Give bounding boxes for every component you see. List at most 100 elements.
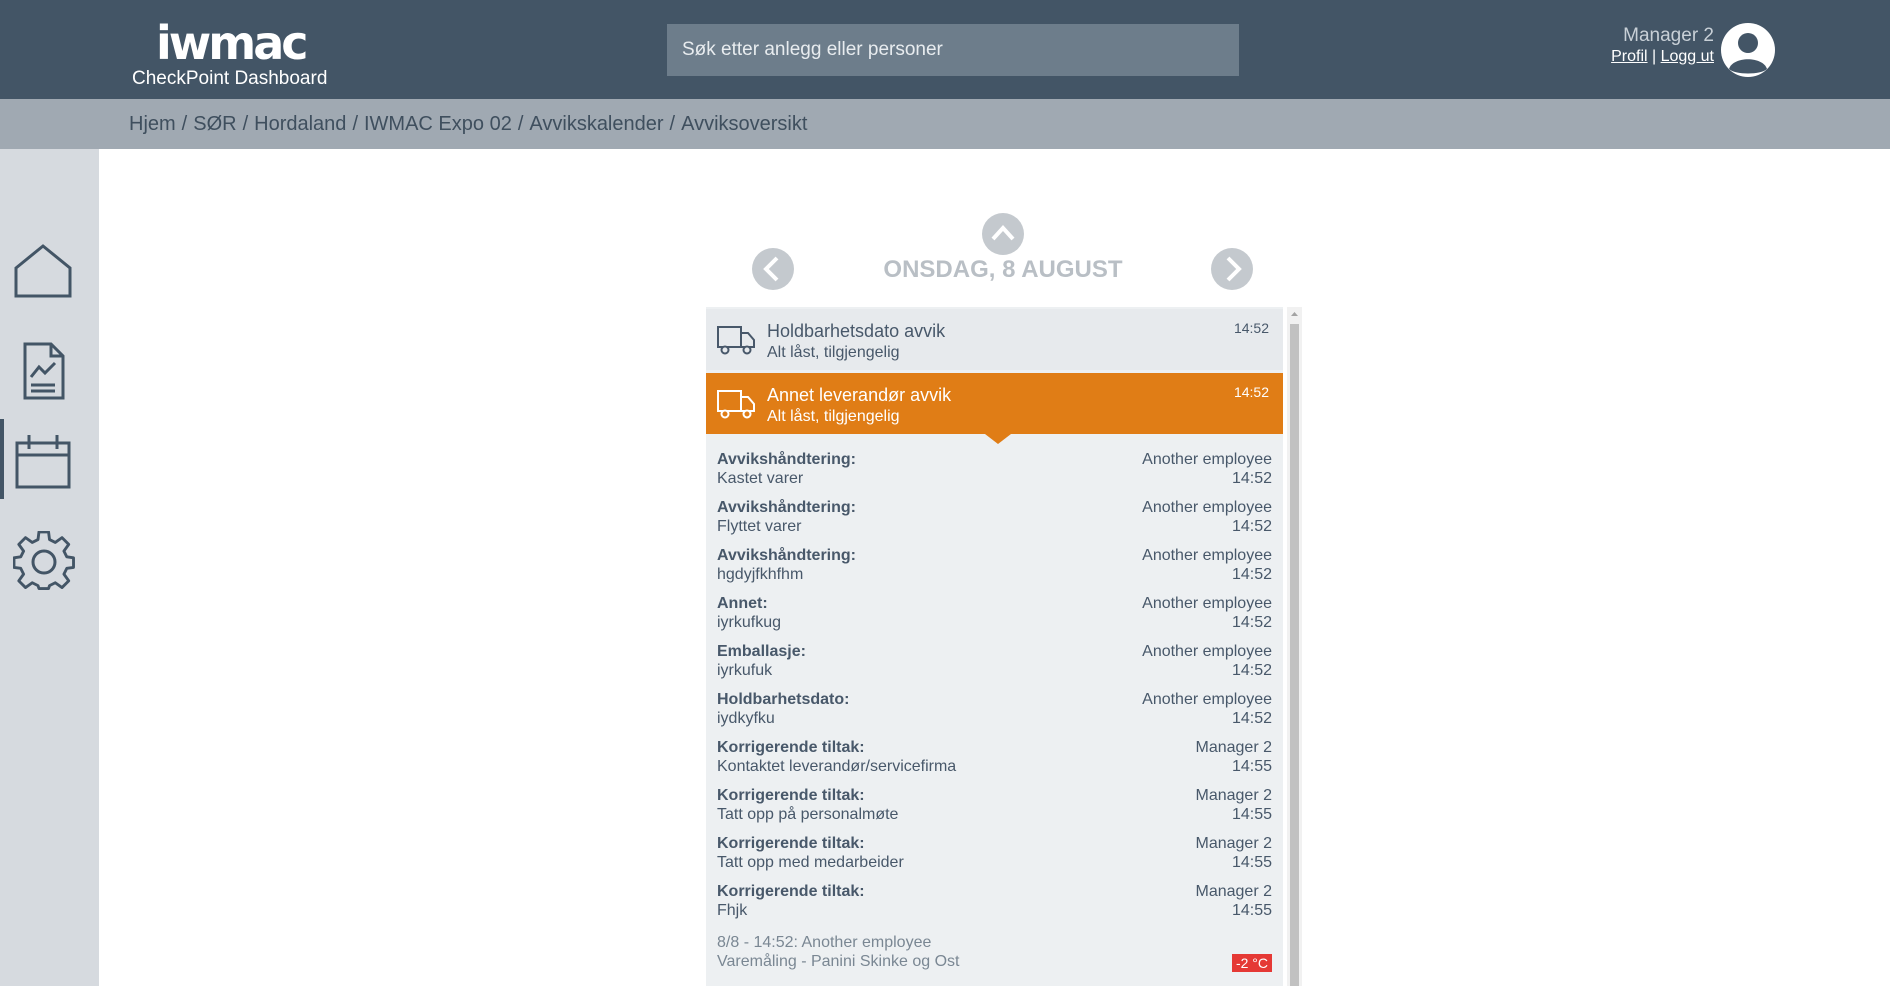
detail-value: Kontaktet leverandør/servicefirma [717, 758, 957, 775]
logout-link[interactable]: Logg ut [1661, 48, 1714, 65]
breadcrumb-separator: / [242, 113, 249, 135]
app-name: CheckPoint Dashboard [132, 68, 328, 89]
sidebar-item-home[interactable] [0, 229, 99, 317]
breadcrumb: Hjem / SØR / Hordaland / IWMAC Expo 02/Avviksk… [129, 113, 807, 136]
detail-row: Korrigerende tiltak: Tatt opp med medarb… [717, 834, 1272, 882]
detail-time: 14:55 [1231, 758, 1272, 775]
detail-label: Korrigerende tiltak: [717, 787, 865, 804]
detail-time: 14:52 [1231, 662, 1272, 679]
detail-value: Fhjk [717, 902, 748, 919]
detail-row: Avvikshåndtering: hgdyjfkhfhm Another em… [717, 546, 1272, 594]
logo[interactable]: iwmac CheckPoint Dashboard [132, 18, 332, 90]
detail-label: Korrigerende tiltak: [717, 835, 865, 852]
link-separator: | [1652, 48, 1657, 65]
user-name: Manager 2 [1623, 25, 1714, 46]
previous-week-button[interactable] [982, 213, 1024, 255]
detail-person: Manager 2 [1195, 739, 1273, 756]
user-links: Profil | Logg ut [1611, 47, 1714, 67]
scroll-up-arrow-icon[interactable] [1287, 307, 1302, 322]
measurement-meta: 8/8 - 14:52: Another employee [717, 934, 932, 951]
detail-time: 14:52 [1231, 614, 1272, 631]
detail-label: Korrigerende tiltak: [717, 883, 865, 900]
previous-day-button[interactable] [752, 248, 794, 290]
breadcrumb-separator: / [352, 113, 358, 135]
scrollbar-thumb[interactable] [1290, 324, 1299, 986]
sidebar-item-calendar[interactable] [0, 419, 99, 507]
detail-time: 14:55 [1231, 854, 1272, 871]
event-subtitle: Alt låst, tilgjengelig [767, 408, 900, 425]
detail-label: Avvikshåndtering: [717, 451, 856, 468]
event-title: Holdbarhetsdato avvik [767, 321, 946, 341]
breadcrumb-item-county[interactable]: Hordaland [254, 113, 346, 135]
breadcrumb-item-overview[interactable]: Avviksoversikt [681, 113, 807, 135]
detail-label: Avvikshåndtering: [717, 499, 856, 516]
breadcrumb-item-calendar[interactable]: Avvikskalender [529, 113, 663, 135]
detail-value: Tatt opp med medarbeider [717, 854, 904, 871]
detail-person: Another employee [1142, 547, 1272, 564]
detail-row: Korrigerende tiltak: Kontaktet leverandø… [717, 738, 1272, 786]
detail-person: Manager 2 [1195, 787, 1273, 804]
date-title: ONSDAG, 8 AUGUST [883, 256, 1123, 283]
detail-label: Holdbarhetsdato: [717, 691, 850, 708]
selection-pointer [985, 434, 1011, 444]
top-header: iwmac CheckPoint Dashboard Manager 2 Pro… [0, 0, 1890, 99]
detail-value: iyrkufkug [717, 614, 782, 631]
chevron-left-icon [763, 256, 779, 282]
search-input[interactable] [667, 24, 1239, 76]
avatar[interactable] [1721, 23, 1775, 77]
event-subtitle: Alt låst, tilgjengelig [767, 344, 900, 361]
detail-value: iyrkufuk [717, 662, 773, 679]
detail-person: Another employee [1142, 643, 1272, 660]
truck-icon [717, 390, 755, 419]
measurement-product: Varemåling - Panini Skinke og Ost [717, 953, 960, 970]
event-item-selected[interactable]: Annet leverandør avvik Alt låst, tilgjen… [706, 373, 1283, 434]
home-icon [14, 244, 72, 298]
detail-label: Emballasje: [717, 643, 806, 660]
sidebar-item-reports[interactable] [0, 329, 99, 417]
detail-person: Another employee [1142, 595, 1272, 612]
gear-icon [13, 531, 75, 590]
detail-time: 14:55 [1231, 806, 1272, 823]
detail-time: 14:52 [1231, 710, 1272, 727]
detail-time: 14:52 [1231, 470, 1272, 487]
breadcrumb-separator: / [181, 113, 188, 135]
chevron-right-icon [1226, 256, 1242, 282]
detail-person: Another employee [1142, 499, 1272, 516]
detail-row: Korrigerende tiltak: Tatt opp på persona… [717, 786, 1272, 834]
user-avatar-icon [1722, 24, 1774, 76]
detail-person: Manager 2 [1195, 835, 1273, 852]
detail-value: Tatt opp på personalmøte [717, 806, 899, 823]
profile-link[interactable]: Profil [1611, 48, 1647, 65]
event-time: 14:52 [1233, 320, 1269, 336]
detail-row: Avvikshåndtering: Flyttet varer Another … [717, 498, 1272, 546]
detail-time: 14:52 [1231, 518, 1272, 535]
sidebar-item-settings[interactable] [0, 519, 99, 607]
detail-row: Avvikshåndtering: Kastet varer Another e… [717, 450, 1272, 498]
deviation-list: Holdbarhetsdato avvik Alt låst, tilgjeng… [706, 307, 1283, 986]
breadcrumb-separator: / [517, 113, 524, 135]
chevron-up-icon [991, 225, 1015, 241]
detail-label: Korrigerende tiltak: [717, 739, 865, 756]
detail-label: Annet: [717, 595, 768, 612]
measurement-row[interactable]: 8/8 - 14:52: Another employee Varemåling… [717, 933, 1272, 977]
detail-time: 14:52 [1231, 566, 1272, 583]
breadcrumb-item-region[interactable]: SØR [193, 113, 236, 135]
event-title: Annet leverandør avvik [767, 385, 952, 405]
detail-value: iydkyfku [717, 710, 775, 727]
breadcrumb-item-site[interactable]: IWMAC Expo 02 [364, 113, 512, 135]
detail-person: Another employee [1142, 451, 1272, 468]
detail-row: Annet: iyrkufkug Another employee 14:52 [717, 594, 1272, 642]
detail-person: Manager 2 [1195, 883, 1273, 900]
detail-value: Kastet varer [717, 470, 804, 487]
calendar-icon [15, 435, 71, 489]
truck-icon [717, 326, 755, 355]
temperature-badge: -2 °C [1231, 954, 1272, 972]
breadcrumb-item-home[interactable]: Hjem [129, 113, 176, 135]
breadcrumb-bar: Hjem / SØR / Hordaland / IWMAC Expo 02/Avviksk… [0, 99, 1890, 149]
list-scrollbar[interactable] [1287, 307, 1302, 986]
next-day-button[interactable] [1211, 248, 1253, 290]
detail-row: Holdbarhetsdato: iydkyfku Another employ… [717, 690, 1272, 738]
detail-value: Flyttet varer [717, 518, 802, 535]
detail-row: Korrigerende tiltak: Fhjk Manager 2 14:5… [717, 882, 1272, 930]
event-item[interactable]: Holdbarhetsdato avvik Alt låst, tilgjeng… [706, 309, 1283, 370]
